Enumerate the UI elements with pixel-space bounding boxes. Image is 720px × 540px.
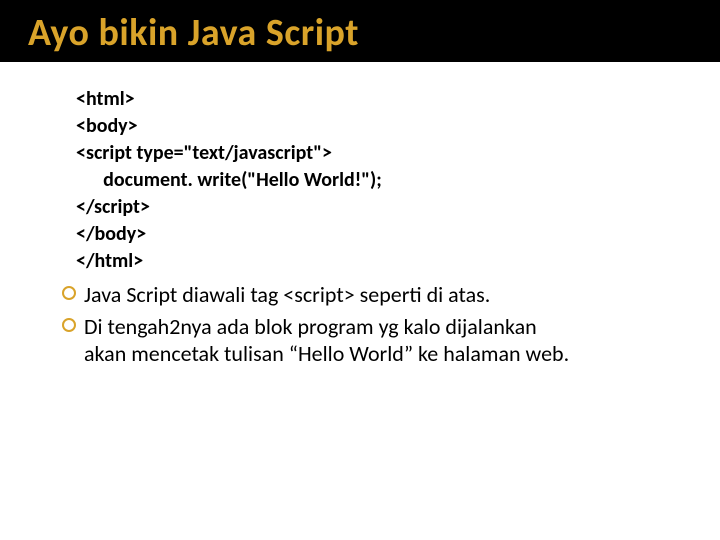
slide-container: { "title": "Ayo bikin Java Script", "cod… — [0, 0, 720, 540]
slide-title: Ayo bikin Java Script — [28, 10, 720, 56]
code-line-3: <script type="text/javascript"> — [76, 141, 332, 165]
code-line-7: </html> — [76, 249, 143, 273]
slide-content: <html> <body> <script type="text/javascr… — [0, 62, 720, 368]
code-line-6: </body> — [76, 222, 146, 246]
title-band: Ayo bikin Java Script — [0, 0, 720, 62]
code-line-1: <html> — [76, 87, 135, 111]
bullet-marker-icon — [62, 318, 76, 332]
bullet-item-2: Di tengah2nya ada blok program yg kalo d… — [62, 311, 660, 368]
bullet-marker-icon — [62, 286, 76, 300]
bullet-list: Java Script diawali tag <script> seperti… — [76, 279, 660, 368]
bullet-item-1: Java Script diawali tag <script> seperti… — [62, 279, 660, 309]
code-line-2: <body> — [76, 114, 138, 138]
bullet-text-2a: Di tengah2nya ada blok program yg kalo d… — [84, 313, 537, 340]
code-line-5: </script> — [76, 195, 150, 219]
code-block: <html> <body> <script type="text/javascr… — [76, 86, 660, 275]
bullet-text-1: Java Script diawali tag <script> seperti… — [84, 281, 490, 308]
code-line-4: document. write("Hello World!"); — [76, 168, 382, 192]
bullet-text-2b: akan mencetak tulisan “Hello World” ke h… — [62, 340, 660, 368]
